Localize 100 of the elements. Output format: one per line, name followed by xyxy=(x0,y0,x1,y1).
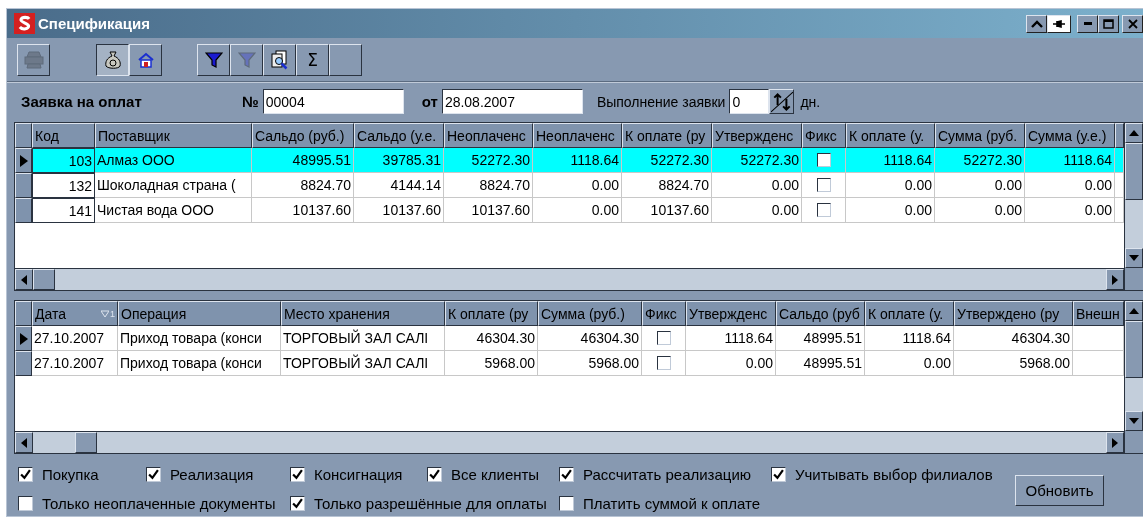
row-indicator[interactable] xyxy=(15,326,32,351)
checkbox[interactable] xyxy=(656,331,671,345)
column-header[interactable]: Фикс xyxy=(642,301,686,326)
table-row[interactable]: 132 Шоколадная страна ( 8824.70 4144.14 8824.70 0.00 8824.70 0.00 0.00 0.00 0.00 xyxy=(15,173,1124,198)
column-header[interactable]: Утвержденс xyxy=(686,301,776,326)
number-field[interactable]: 00004 xyxy=(262,89,404,114)
column-header[interactable]: Утвержденс xyxy=(712,123,802,148)
maximize-button[interactable] xyxy=(1098,14,1119,33)
scroll-right-button[interactable] xyxy=(1106,269,1124,290)
sort-order: 1 xyxy=(110,308,115,319)
close-button[interactable] xyxy=(1122,14,1143,33)
option-checkbox[interactable]: Учитывать выбор филиалов xyxy=(771,466,1015,483)
column-header[interactable]: Неоплаченс xyxy=(533,123,622,148)
scroll-left-button[interactable] xyxy=(15,432,33,453)
table-cell: Приход товара (конси xyxy=(118,351,281,376)
scroll-down-button[interactable] xyxy=(1125,248,1143,268)
checkbox[interactable] xyxy=(816,203,831,217)
table-cell: 8824.70 xyxy=(622,173,712,198)
column-header[interactable]: Сумма (руб.) xyxy=(538,301,642,326)
option-checkbox[interactable]: Рассчитать реализацию xyxy=(559,466,771,483)
home-button[interactable] xyxy=(129,43,162,76)
scroll-thumb[interactable] xyxy=(33,269,55,290)
column-header[interactable]: Внешн xyxy=(1073,301,1124,326)
maximize-icon xyxy=(1103,18,1114,29)
table-cell: 1118.64 xyxy=(846,148,935,173)
check-mark-icon xyxy=(292,498,303,509)
table-row[interactable]: 27.10.2007 Приход товара (конси ТОРГОВЫЙ ЗАЛ САЛІ 5968.00 5968.00 0.00 48995.51 0.00 5968.00 xyxy=(15,351,1124,376)
table-cell: 132 xyxy=(32,173,95,198)
date-field[interactable]: 28.08.2007 xyxy=(441,89,583,114)
column-header[interactable]: Поставщик xyxy=(95,123,252,148)
option-checkbox[interactable]: Все клиенты xyxy=(427,466,559,483)
column-header[interactable]: Неоплаченс xyxy=(444,123,533,148)
checkbox[interactable] xyxy=(656,356,671,370)
row-indicator[interactable] xyxy=(15,173,32,198)
option-checkbox[interactable]: Платить суммой к оплате xyxy=(559,495,1015,512)
table-row[interactable]: 141 Чистая вода ООО 10137.60 10137.60 10137.60 0.00 10137.60 0.00 0.00 0.00 0.00 xyxy=(15,198,1124,223)
toolbar-button[interactable] xyxy=(329,43,362,76)
option-checkbox[interactable]: Реализация xyxy=(146,466,290,483)
vertical-scrollbar[interactable] xyxy=(1125,301,1143,431)
column-header[interactable]: К оплате (у. xyxy=(846,123,935,148)
printer-icon xyxy=(23,50,44,69)
scroll-thumb[interactable] xyxy=(1125,321,1143,378)
checkbox[interactable] xyxy=(816,178,831,192)
filter-button[interactable] xyxy=(197,43,230,76)
scroll-left-button[interactable] xyxy=(15,269,33,290)
column-header[interactable]: Сальдо (у.е. xyxy=(354,123,444,148)
days-field[interactable]: 0 xyxy=(729,89,770,114)
document-search-button[interactable] xyxy=(263,43,296,76)
column-header[interactable]: Сумма (руб. xyxy=(935,123,1025,148)
spin-button[interactable] xyxy=(769,89,795,114)
horizontal-scrollbar[interactable] xyxy=(15,431,1124,453)
column-header[interactable]: Сумма (у.е.) xyxy=(1025,123,1115,148)
table-row[interactable]: 27.10.2007 Приход товара (конси ТОРГОВЫЙ ЗАЛ САЛІ 46304.30 46304.30 1118.64 48995.51 1118.64 46304.30 xyxy=(15,326,1124,351)
column-header[interactable]: Сальдо (руб.) xyxy=(252,123,354,148)
table-cell: 0.00 xyxy=(935,173,1025,198)
up-arrow-icon xyxy=(1129,130,1139,136)
column-header[interactable]: К оплате (ру xyxy=(445,301,538,326)
check-mark-icon xyxy=(429,469,440,480)
column-header[interactable]: К оплате (ру xyxy=(622,123,712,148)
scroll-down-button[interactable] xyxy=(1125,411,1143,431)
check-mark-icon xyxy=(561,469,572,480)
column-header[interactable]: Утверждено (ру xyxy=(954,301,1073,326)
right-arrow-icon xyxy=(1112,274,1118,285)
option-checkbox[interactable]: Покупка xyxy=(18,466,146,483)
option-checkbox[interactable]: Только разрешённые для оплаты xyxy=(290,495,559,512)
horizontal-scrollbar[interactable] xyxy=(15,268,1124,290)
table-cell: 46304.30 xyxy=(954,326,1073,351)
roll-up-button[interactable] xyxy=(1026,14,1047,33)
row-indicator[interactable] xyxy=(15,148,32,173)
pin-button[interactable] xyxy=(1047,14,1071,33)
column-header[interactable]: К оплате (у. xyxy=(865,301,954,326)
column-header[interactable]: Сальдо (руб xyxy=(776,301,865,326)
column-header[interactable]: Код xyxy=(32,123,95,148)
table-cell: 39785.31 xyxy=(354,148,444,173)
sum-button[interactable]: Σ xyxy=(296,43,329,76)
column-header[interactable]: Операция xyxy=(118,301,281,326)
refresh-button[interactable]: Обновить xyxy=(1015,474,1104,506)
row-indicator[interactable] xyxy=(15,351,32,376)
check-mark-icon xyxy=(292,469,303,480)
option-checkbox[interactable]: Только неоплаченные документы xyxy=(18,495,290,512)
column-header[interactable]: Место хранения xyxy=(281,301,445,326)
filter-icon xyxy=(237,51,256,68)
vertical-scrollbar[interactable] xyxy=(1125,123,1143,268)
column-header[interactable] xyxy=(1115,123,1124,148)
checkbox[interactable] xyxy=(816,153,831,167)
column-header[interactable]: Фикс xyxy=(802,123,846,148)
column-header[interactable]: Дата 1 xyxy=(32,301,118,326)
scroll-up-button[interactable] xyxy=(1125,301,1143,321)
money-bag-button[interactable] xyxy=(96,43,129,76)
caret-up-icon xyxy=(1030,18,1043,29)
table-row[interactable]: 103 Алмаз ООО 48995.51 39785.31 52272.30 1118.64 52272.30 52272.30 1118.64 52272.30 1118.64 xyxy=(15,148,1124,173)
scroll-thumb[interactable] xyxy=(75,432,97,453)
minimize-button[interactable] xyxy=(1077,14,1098,33)
left-arrow-icon xyxy=(21,437,27,448)
scroll-up-button[interactable] xyxy=(1125,123,1143,143)
scroll-right-button[interactable] xyxy=(1106,432,1124,453)
scroll-thumb[interactable] xyxy=(1125,143,1143,200)
row-indicator[interactable] xyxy=(15,198,32,223)
table-cell: 8824.70 xyxy=(444,173,533,198)
option-checkbox[interactable]: Консигнация xyxy=(290,466,427,483)
